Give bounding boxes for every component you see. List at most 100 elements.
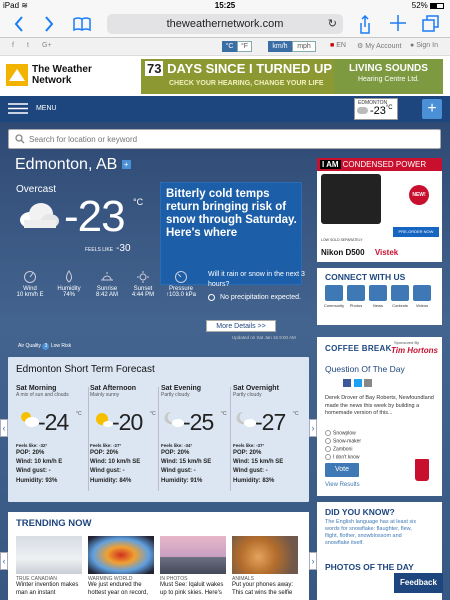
trending-image (16, 536, 82, 574)
forecast-period[interactable]: Sat Evening Partly cloudy -25 °C Feels lik… (161, 385, 231, 495)
sunrise-icon (100, 270, 114, 284)
news-label: News (372, 303, 383, 308)
wind-icon (23, 270, 37, 284)
feedback-button[interactable]: Feedback (394, 573, 443, 593)
trending-item[interactable]: TRUE CANADIAN Winter invention makes man … (16, 536, 82, 597)
overcast-cloud-icon (16, 200, 60, 230)
trending-item[interactable]: IN PHOTOS Must See: Iqaluit wakes up to p… (160, 536, 226, 597)
obs-pressure: Pressure ↑103.0 kPa (163, 270, 199, 298)
moon-cloud-icon (235, 410, 257, 428)
twitter-icon[interactable]: t (27, 42, 29, 49)
share-icon[interactable] (358, 15, 372, 35)
language-link[interactable]: ■ EN (330, 42, 346, 49)
facebook-icon[interactable]: f (12, 42, 14, 49)
preorder-button[interactable]: PRE-ORDER NOW (393, 227, 439, 237)
poll-option[interactable]: Snow-maker (325, 438, 361, 444)
add-location-button[interactable]: + (422, 99, 442, 119)
browser-toolbar: theweathernetwork.com ↻ (0, 12, 450, 38)
back-icon[interactable] (14, 15, 24, 33)
book-icon[interactable] (72, 15, 92, 33)
plus-icon[interactable] (390, 12, 406, 34)
poll-option[interactable]: Snowplow (325, 430, 356, 436)
trending-item[interactable]: ANIMALS Put your phones away: This cat wi… (232, 536, 298, 597)
view-results-link[interactable]: View Results (325, 482, 360, 488)
qotd-text: Derek Drover of Bay Roberts, Newfoundlan… (325, 395, 434, 416)
nikon-ad[interactable]: I AM CONDENSED POWER NEW! PRE-ORDER NOW L… (317, 158, 442, 262)
forward-icon[interactable] (44, 15, 54, 33)
pressure-icon (174, 270, 188, 284)
photos-icon[interactable] (347, 285, 365, 301)
nikon-logo: Nikon D500 Vistek (321, 248, 399, 257)
trending-now: TRENDING NOW ‹ › TRUE CANADIAN Winter inv… (0, 512, 317, 600)
obs-sunrise: Sunrise 8:42 AM (89, 270, 125, 298)
celsius-toggle[interactable]: °C (222, 41, 237, 52)
hearing-ad-banner[interactable]: 73 DAYS SINCE I TURNED UP THE TV CHECK Y… (141, 59, 443, 94)
twitter-share-icon[interactable] (353, 379, 362, 387)
share-icons (343, 379, 373, 389)
forecast-period[interactable]: Sat Afternoon Mainly sunny -20 °C Feels li… (90, 385, 160, 495)
camera-image (321, 174, 381, 224)
new-badge: NEW! (409, 185, 429, 205)
account-link[interactable]: ⚙ My Account (357, 42, 401, 50)
signin-link[interactable]: ● Sign In (410, 42, 438, 49)
dyk-title: DID YOU KNOW? (325, 507, 395, 517)
mph-toggle[interactable]: mph (292, 41, 316, 52)
sun-icon (92, 410, 114, 428)
poll-option[interactable]: Zamboni (325, 446, 352, 452)
more-details-button[interactable]: More Details >> (206, 320, 276, 332)
potd-title: PHOTOS OF THE DAY (325, 562, 414, 572)
kmh-toggle[interactable]: km/h (268, 41, 292, 52)
forecast-period[interactable]: Sat Overnight Partly cloudy -27 °C Feels l… (233, 385, 303, 495)
forecast-prev-arrow[interactable]: ‹ (0, 419, 8, 437)
gear-icon: ⚙ (357, 43, 364, 50)
contests-icon[interactable] (391, 285, 409, 301)
sunset-icon (136, 270, 150, 284)
trending-next-arrow[interactable]: › (309, 552, 317, 570)
divider (158, 387, 159, 491)
add-city-icon[interactable]: + (121, 160, 131, 170)
url-bar[interactable]: theweathernetwork.com ↻ (107, 14, 343, 34)
obs-wind: Wind 10 km/h E (12, 270, 48, 298)
trending-prev-arrow[interactable]: ‹ (0, 552, 8, 570)
qotd-title: Question Of The Day (325, 364, 405, 374)
coffee-break-panel: COFFEE BREAK Sponsored By Tim Hortons Qu… (317, 337, 442, 496)
search-box[interactable] (8, 129, 441, 149)
main-content: Edmonton, AB + Overcast -23 °C FEELS LIK… (0, 122, 450, 600)
menu-button[interactable]: MENU (8, 103, 57, 114)
poll-option[interactable]: I don't know (325, 454, 360, 460)
sponsored-label: Sponsored By (394, 340, 420, 345)
twn-logo-icon (6, 64, 28, 86)
dyk-text[interactable]: The English language has at least six wo… (325, 519, 425, 547)
flag-icon: ■ (330, 42, 335, 49)
news-icon[interactable] (369, 285, 387, 301)
forecast-period[interactable]: Sat Morning A mix of sun and clouds -24 °C… (16, 385, 86, 495)
trending-item[interactable]: WARMING WORLD We just endured the hottest… (88, 536, 154, 597)
search-icon (15, 134, 25, 144)
community-icon[interactable] (325, 285, 343, 301)
tabs-icon[interactable] (422, 15, 440, 33)
obs-sunset: Sunset 4:44 PM (125, 270, 161, 298)
connect-title: CONNECT WITH US (325, 272, 406, 282)
url-text: theweathernetwork.com (166, 18, 284, 30)
obs-humidity: Humidity 74% (51, 270, 87, 298)
hamburger-icon (8, 103, 28, 114)
google-plus-icon[interactable]: G+ (42, 42, 52, 49)
cloud-icon (357, 107, 368, 114)
air-quality[interactable]: Air Quality 3 Low Risk (18, 343, 71, 350)
did-you-know-panel: DID YOU KNOW? The English language has a… (317, 502, 442, 564)
tim-hortons-logo: Tim Hortons (391, 346, 438, 355)
facebook-share-icon[interactable] (343, 379, 351, 387)
current-temp-widget[interactable]: EDMONTON -23°C (354, 98, 398, 120)
search-input[interactable] (29, 133, 429, 146)
forecast-next-arrow[interactable]: › (309, 419, 317, 437)
nav-bar: MENU EDMONTON -23°C + (0, 96, 450, 122)
connect-panel: CONNECT WITH US Community Photos News Co… (317, 268, 442, 325)
vote-button[interactable]: Vote (325, 463, 359, 477)
videos-icon[interactable] (413, 285, 431, 301)
fahrenheit-toggle[interactable]: °F (237, 41, 252, 52)
site-logo[interactable]: The Weather Network (6, 64, 116, 88)
reload-icon[interactable]: ↻ (328, 14, 337, 34)
coffee-cup-image (415, 459, 429, 481)
trending-image (160, 536, 226, 574)
google-share-icon[interactable] (364, 379, 373, 387)
